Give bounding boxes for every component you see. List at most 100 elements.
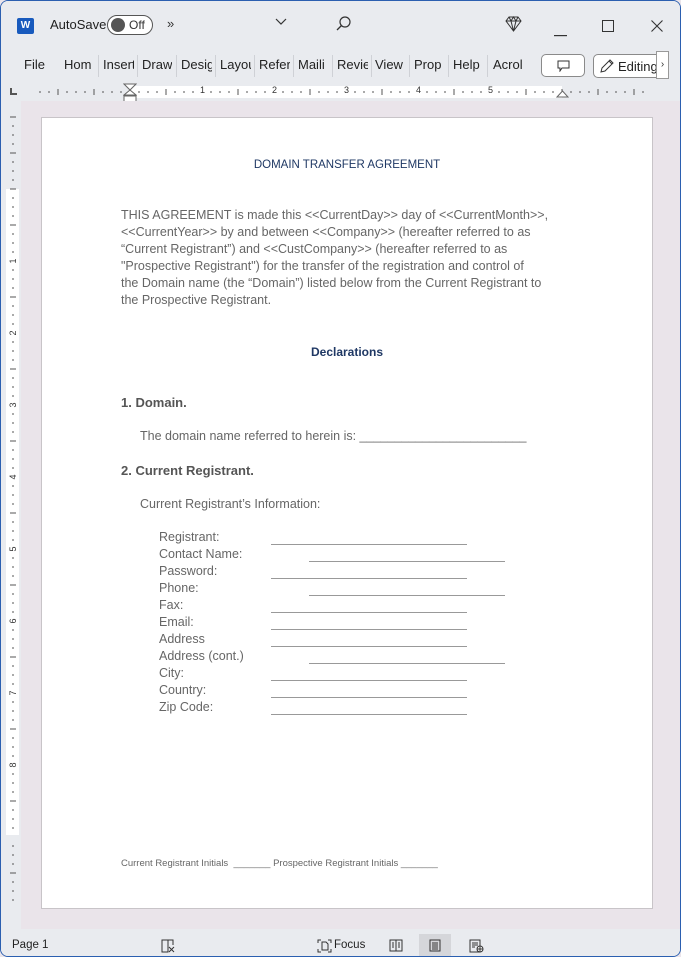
intro-line: THIS AGREEMENT is made this <<CurrentDay…	[121, 208, 549, 222]
tab-separator	[332, 55, 333, 77]
ruler-number: 4	[8, 474, 18, 479]
diamond-icon[interactable]	[505, 16, 522, 35]
tab-separator	[409, 55, 410, 77]
initials-footer: Current Registrant Initials _______ Pros…	[121, 858, 438, 869]
focus-button[interactable]: Focus	[334, 939, 365, 951]
indent-marker[interactable]	[123, 83, 137, 103]
field-blank-line[interactable]	[309, 663, 505, 664]
ruler-number: 5	[8, 546, 18, 551]
ruler-number: 5	[488, 85, 494, 95]
tab-separator	[293, 55, 294, 77]
field-blank-line[interactable]	[271, 544, 467, 545]
intro-line: “Current Registrant”) and <<CustCompany>…	[121, 242, 508, 256]
tab-separator	[176, 55, 177, 77]
tab-references[interactable]: Refer	[259, 57, 290, 72]
ruler-number: 2	[272, 85, 278, 95]
minimize-button[interactable]	[554, 24, 567, 40]
tab-separator	[98, 55, 99, 77]
tab-layout[interactable]: Layou	[220, 57, 251, 72]
section-2-heading: 2. Current Registrant.	[121, 463, 254, 478]
right-indent-marker[interactable]	[556, 88, 569, 98]
proofing-icon[interactable]	[161, 939, 176, 953]
ribbon-tabs: File Hom Insert Draw Desig Layou Refer M…	[1, 49, 680, 83]
ruler-ticks	[39, 89, 644, 95]
autosave-toggle[interactable]: Off	[107, 15, 153, 35]
domain-name-line: The domain name referred to herein is: _…	[140, 429, 527, 443]
page-number[interactable]: Page 1	[12, 939, 48, 951]
tab-acrobat[interactable]: Acrol	[493, 57, 524, 72]
field-blank-line[interactable]	[271, 612, 467, 613]
tab-design[interactable]: Desig	[181, 57, 212, 72]
ruler-number: 4	[416, 85, 422, 95]
field-blank-line[interactable]	[271, 680, 467, 681]
maximize-button[interactable]	[602, 19, 614, 35]
print-layout-button[interactable]	[419, 934, 451, 956]
tab-separator	[448, 55, 449, 77]
tab-draw[interactable]: Draw	[142, 57, 172, 72]
field-label: Registrant:	[159, 530, 220, 544]
web-layout-icon[interactable]	[469, 939, 484, 953]
intro-line: "Prospective Registrant") for the transf…	[121, 259, 524, 273]
tab-separator	[254, 55, 255, 77]
tab-properties[interactable]: Prop	[414, 57, 445, 72]
ruler-number: 6	[8, 618, 18, 623]
ruler-number: 1	[8, 258, 18, 263]
close-button[interactable]	[651, 19, 663, 35]
field-label: Phone:	[159, 581, 199, 595]
tab-home[interactable]: Hom	[64, 57, 95, 72]
toggle-knob	[111, 18, 125, 32]
document-title: DOMAIN TRANSFER AGREEMENT	[253, 159, 441, 171]
field-blank-line[interactable]	[309, 595, 505, 596]
field-blank-line[interactable]	[271, 697, 467, 698]
field-label: Contact Name:	[159, 547, 243, 561]
field-label: City:	[159, 666, 184, 680]
customize-toolbar-icon[interactable]	[275, 14, 287, 30]
intro-line: the Prospective Registrant.	[121, 293, 272, 307]
ruler-number: 1	[200, 85, 206, 95]
tab-mailings[interactable]: Maili	[298, 57, 329, 72]
word-window: W AutoSave Off » File Hom Insert Draw De…	[0, 0, 681, 957]
intro-line: <<CurrentYear>> by and between <<Company…	[121, 225, 531, 239]
tab-separator	[137, 55, 138, 77]
tab-file[interactable]: File	[24, 57, 45, 72]
ribbon-scroll-right-button[interactable]: ›	[656, 51, 669, 79]
more-commands-button[interactable]: »	[167, 16, 174, 31]
field-blank-line[interactable]	[309, 561, 505, 562]
field-blank-line[interactable]	[271, 629, 467, 630]
intro-line: the Domain name (the “Domain”) listed be…	[121, 276, 542, 290]
focus-icon[interactable]	[317, 939, 332, 953]
autosave-label: AutoSave	[50, 17, 107, 32]
search-icon[interactable]	[336, 16, 352, 35]
ruler-number: 7	[8, 690, 18, 695]
autosave-state: Off	[129, 18, 145, 32]
tab-help[interactable]: Help	[453, 57, 480, 72]
ruler-number: 2	[8, 330, 18, 335]
word-icon: W	[17, 18, 34, 34]
pencil-icon	[600, 59, 614, 73]
field-label: Address	[159, 632, 205, 646]
field-blank-line[interactable]	[271, 714, 467, 715]
ruler-number: 3	[344, 85, 350, 95]
intro-paragraph: THIS AGREEMENT is made this <<CurrentDay…	[121, 207, 581, 309]
read-mode-icon[interactable]	[389, 939, 403, 952]
tab-insert[interactable]: Insert	[103, 57, 134, 72]
document-page[interactable]: DOMAIN TRANSFER AGREEMENT THIS AGREEMENT…	[41, 117, 653, 909]
print-layout-icon	[429, 939, 441, 952]
editing-label: Editing	[618, 59, 658, 74]
tab-separator	[487, 55, 488, 77]
section-1-heading: 1. Domain.	[121, 395, 187, 410]
field-blank-line[interactable]	[271, 578, 467, 579]
field-label: Email:	[159, 615, 194, 629]
registrant-info-heading: Current Registrant’s Information:	[140, 497, 321, 511]
field-label: Fax:	[159, 598, 184, 612]
comments-button[interactable]	[541, 54, 585, 77]
ruler-number: 3	[8, 402, 18, 407]
field-label: Country:	[159, 683, 207, 697]
tab-review[interactable]: Revie	[337, 57, 368, 72]
tab-separator	[215, 55, 216, 77]
field-label: Address (cont.)	[159, 649, 244, 663]
tab-view[interactable]: View	[375, 57, 403, 72]
field-blank-line[interactable]	[271, 646, 467, 647]
comment-icon	[557, 60, 570, 72]
tab-separator	[371, 55, 372, 77]
